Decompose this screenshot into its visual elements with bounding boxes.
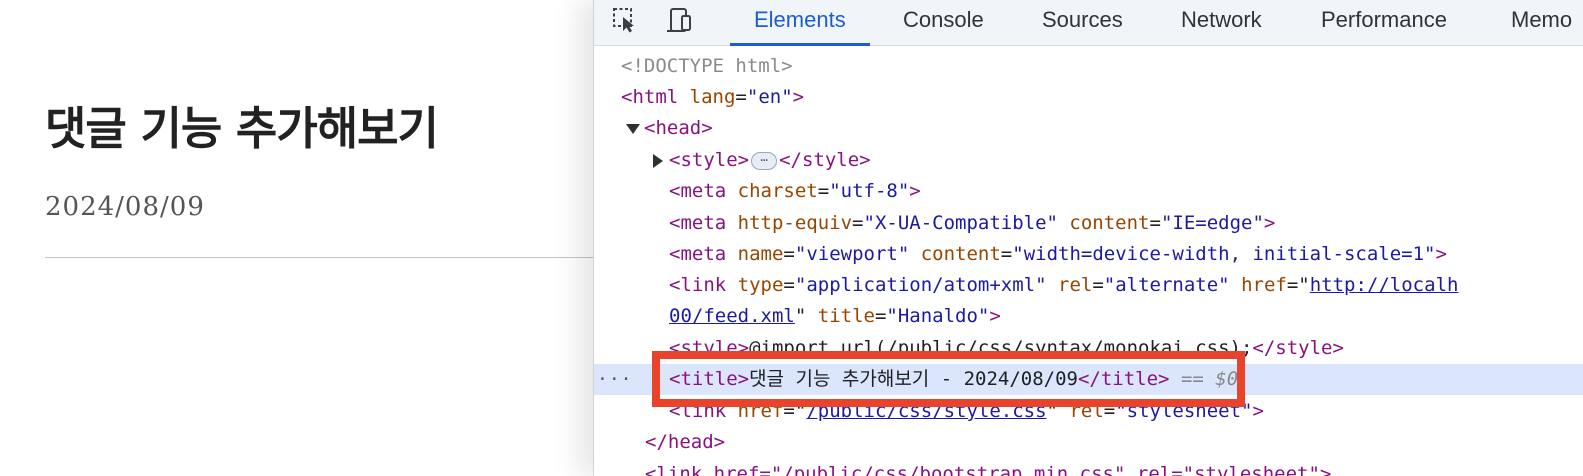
page-title: 댓글 기능 추가해보기	[45, 102, 439, 155]
tab-console[interactable]: Console	[899, 0, 988, 46]
dom-node-link-bootstrap[interactable]: <link href="/public/css/bootstrap.min.cs…	[594, 459, 1583, 476]
stylesheet-link[interactable]: /public/css/style.css	[806, 400, 1046, 422]
devtools-panel: Elements Console Sources Network Perform…	[593, 0, 1583, 476]
feed-link[interactable]: http://localh	[1310, 274, 1459, 296]
dom-node-style-import[interactable]: <style>@import url(/public/css/syntax/mo…	[594, 333, 1583, 364]
dom-node-link-feed[interactable]: <link type="application/atom+xml" rel="a…	[594, 270, 1583, 301]
title-text: 댓글 기능 추가해보기 - 2024/08/09	[749, 368, 1078, 390]
dom-node-title-selected[interactable]: ··· <title>댓글 기능 추가해보기 - 2024/08/09</tit…	[594, 364, 1583, 395]
tab-elements[interactable]: Elements	[730, 0, 870, 46]
dom-node-style[interactable]: <style> ⋯ </style>	[594, 145, 1583, 176]
dom-node-link-feed-cont[interactable]: 00/feed.xml" title="Hanaldo">	[594, 301, 1583, 332]
collapse-arrow-icon[interactable]	[653, 153, 663, 168]
divider	[45, 257, 594, 258]
dom-node-meta-viewport[interactable]: <meta name="viewport" content="width=dev…	[594, 239, 1583, 270]
feed-link-cont[interactable]: 00/feed.xml	[669, 305, 795, 327]
dom-tree: <!DOCTYPE html> <html lang="en"> <head> …	[594, 47, 1583, 476]
dom-node-link-stylesheet[interactable]: <link href="/public/css/style.css" rel="…	[594, 396, 1583, 427]
dom-node-html[interactable]: <html lang="en">	[594, 82, 1583, 113]
device-toggle-icon[interactable]	[664, 5, 694, 35]
tab-memory[interactable]: Memo	[1507, 0, 1576, 46]
expand-arrow-icon[interactable]	[626, 123, 640, 134]
dom-node-head[interactable]: <head>	[594, 113, 1583, 144]
rendered-page: 댓글 기능 추가해보기 2024/08/09	[0, 0, 594, 476]
tab-performance[interactable]: Performance	[1317, 0, 1451, 46]
tab-sources[interactable]: Sources	[1038, 0, 1127, 46]
collapsed-content-button[interactable]: ⋯	[751, 151, 778, 170]
post-date: 2024/08/09	[45, 192, 205, 222]
dom-node-head-close[interactable]: </head>	[594, 427, 1583, 458]
selected-marker: == $0	[1180, 368, 1239, 390]
more-options-icon[interactable]: ···	[597, 364, 633, 395]
dom-node-doctype[interactable]: <!DOCTYPE html>	[594, 51, 1583, 82]
tab-network[interactable]: Network	[1177, 0, 1266, 46]
element-picker-icon[interactable]	[610, 5, 640, 35]
dom-node-meta-charset[interactable]: <meta charset="utf-8">	[594, 176, 1583, 207]
devtools-toolbar: Elements Console Sources Network Perform…	[594, 0, 1583, 46]
dom-node-meta-http-equiv[interactable]: <meta http-equiv="X-UA-Compatible" conte…	[594, 208, 1583, 239]
